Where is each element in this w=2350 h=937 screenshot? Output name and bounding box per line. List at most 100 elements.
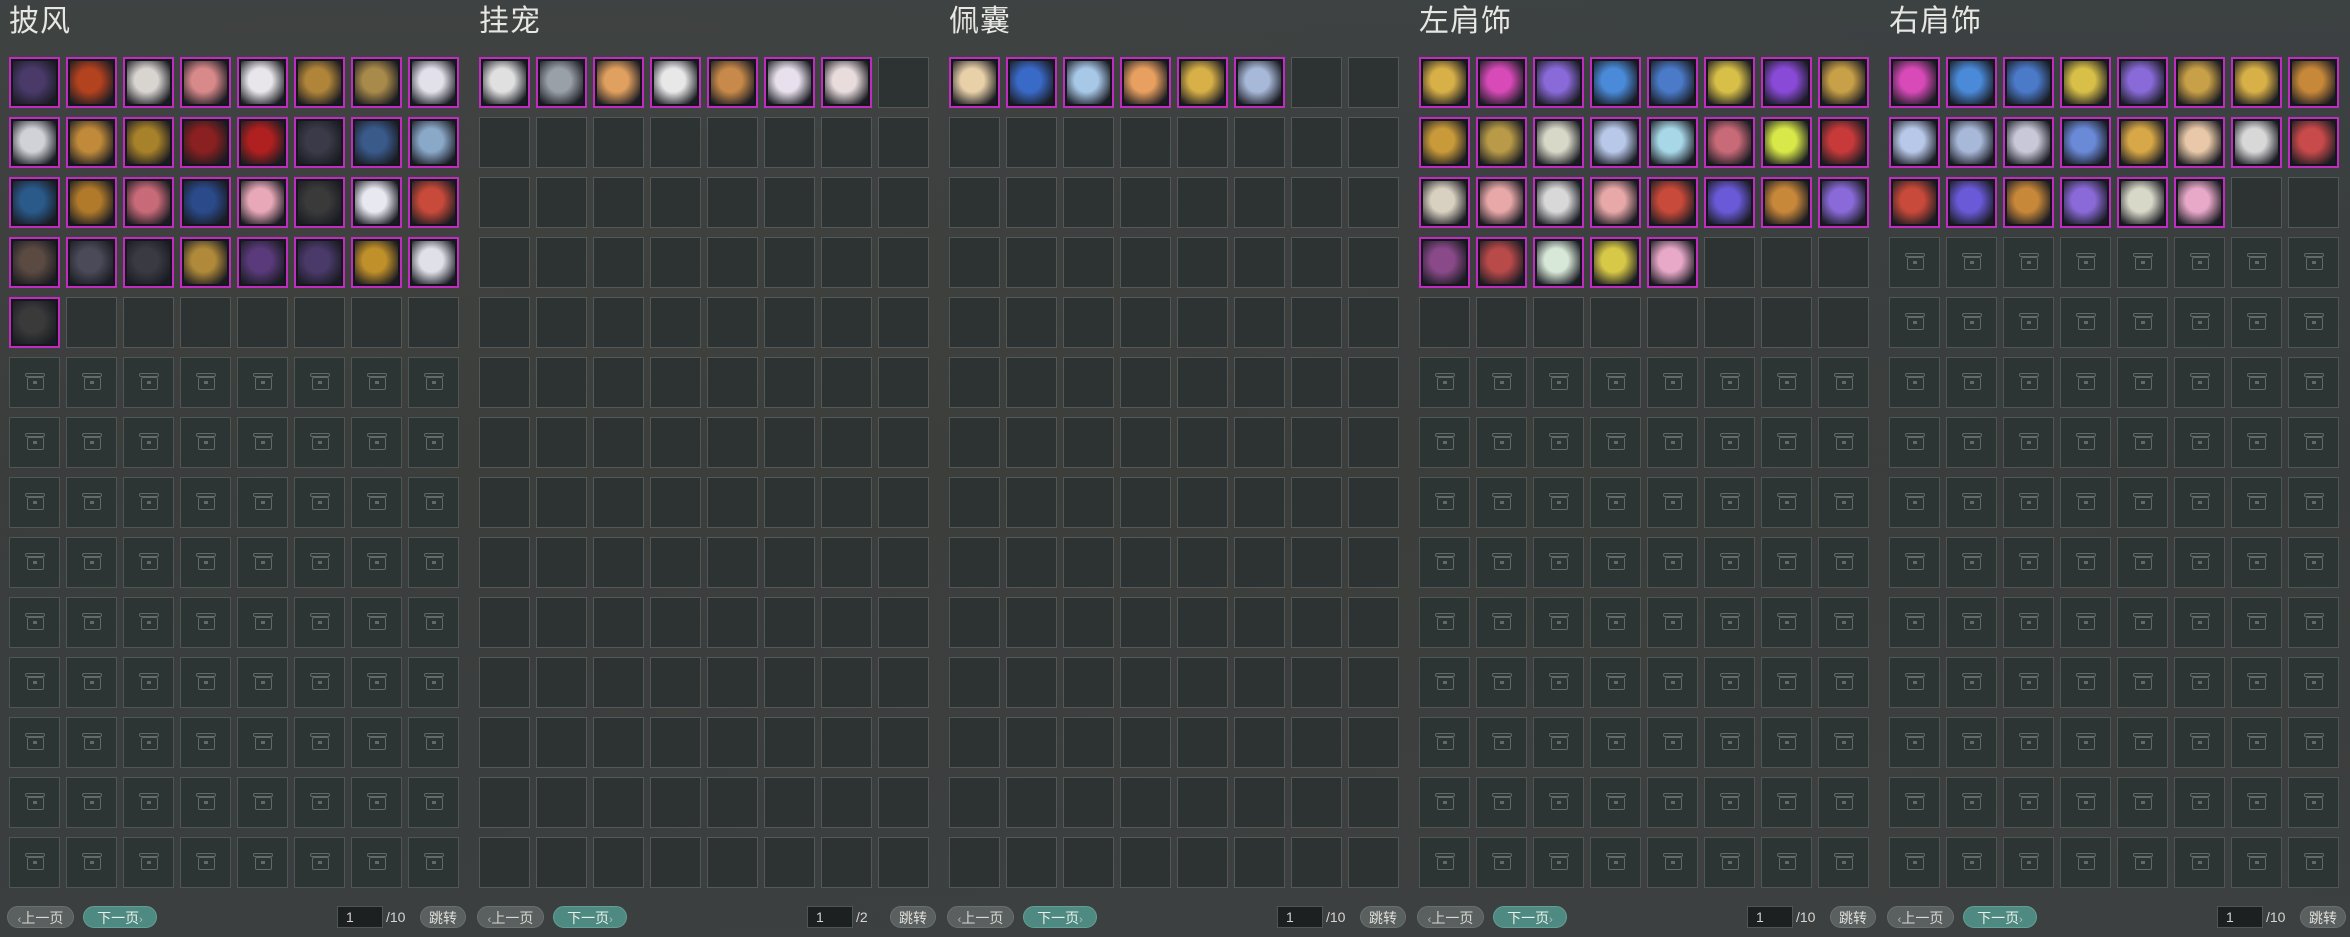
- empty-slot[interactable]: [878, 537, 929, 588]
- empty-slot[interactable]: [764, 657, 815, 708]
- empty-slot[interactable]: [1120, 597, 1171, 648]
- empty-slot[interactable]: [707, 477, 758, 528]
- locked-slot[interactable]: [9, 777, 60, 828]
- locked-slot[interactable]: [66, 837, 117, 888]
- empty-slot[interactable]: [1120, 297, 1171, 348]
- locked-slot[interactable]: [2060, 237, 2111, 288]
- locked-slot[interactable]: [1946, 837, 1997, 888]
- locked-slot[interactable]: [1419, 417, 1470, 468]
- locked-slot[interactable]: [180, 657, 231, 708]
- empty-slot[interactable]: [1348, 657, 1399, 708]
- item-slot[interactable]: [949, 57, 1000, 108]
- locked-slot[interactable]: [1590, 417, 1641, 468]
- empty-slot[interactable]: [536, 417, 587, 468]
- locked-slot[interactable]: [1889, 837, 1940, 888]
- page-number-input[interactable]: 1: [2217, 906, 2263, 928]
- locked-slot[interactable]: [1590, 657, 1641, 708]
- empty-slot[interactable]: [1348, 837, 1399, 888]
- locked-slot[interactable]: [1419, 837, 1470, 888]
- locked-slot[interactable]: [123, 417, 174, 468]
- item-slot[interactable]: [180, 117, 231, 168]
- empty-slot[interactable]: [821, 177, 872, 228]
- locked-slot[interactable]: [1889, 297, 1940, 348]
- locked-slot[interactable]: [2174, 777, 2225, 828]
- prev-page-button[interactable]: ‹上一页: [947, 906, 1014, 928]
- empty-slot[interactable]: [593, 657, 644, 708]
- next-page-button[interactable]: 下一页›: [553, 906, 627, 928]
- locked-slot[interactable]: [237, 357, 288, 408]
- locked-slot[interactable]: [2231, 417, 2282, 468]
- item-slot[interactable]: [123, 117, 174, 168]
- locked-slot[interactable]: [237, 537, 288, 588]
- locked-slot[interactable]: [2288, 597, 2339, 648]
- empty-slot[interactable]: [878, 237, 929, 288]
- locked-slot[interactable]: [66, 657, 117, 708]
- item-slot[interactable]: [237, 177, 288, 228]
- item-slot[interactable]: [1889, 57, 1940, 108]
- locked-slot[interactable]: [2117, 597, 2168, 648]
- item-slot[interactable]: [1063, 57, 1114, 108]
- locked-slot[interactable]: [2003, 837, 2054, 888]
- empty-slot[interactable]: [1177, 537, 1228, 588]
- empty-slot[interactable]: [650, 657, 701, 708]
- empty-slot[interactable]: [764, 117, 815, 168]
- next-page-button[interactable]: 下一页›: [1493, 906, 1567, 928]
- locked-slot[interactable]: [294, 777, 345, 828]
- locked-slot[interactable]: [2117, 357, 2168, 408]
- empty-slot[interactable]: [1291, 657, 1342, 708]
- locked-slot[interactable]: [1476, 537, 1527, 588]
- empty-slot[interactable]: [821, 837, 872, 888]
- empty-slot[interactable]: [1177, 237, 1228, 288]
- locked-slot[interactable]: [123, 717, 174, 768]
- locked-slot[interactable]: [1533, 477, 1584, 528]
- empty-slot[interactable]: [1063, 537, 1114, 588]
- empty-slot[interactable]: [1177, 597, 1228, 648]
- item-slot[interactable]: [123, 177, 174, 228]
- empty-slot[interactable]: [1177, 837, 1228, 888]
- locked-slot[interactable]: [408, 477, 459, 528]
- locked-slot[interactable]: [294, 417, 345, 468]
- item-slot[interactable]: [9, 117, 60, 168]
- empty-slot[interactable]: [1234, 297, 1285, 348]
- empty-slot[interactable]: [1063, 177, 1114, 228]
- item-slot[interactable]: [2003, 117, 2054, 168]
- empty-slot[interactable]: [1177, 477, 1228, 528]
- empty-slot[interactable]: [479, 717, 530, 768]
- locked-slot[interactable]: [66, 537, 117, 588]
- empty-slot[interactable]: [878, 477, 929, 528]
- empty-slot[interactable]: [878, 357, 929, 408]
- locked-slot[interactable]: [9, 837, 60, 888]
- empty-slot[interactable]: [1006, 297, 1057, 348]
- item-slot[interactable]: [1419, 237, 1470, 288]
- empty-slot[interactable]: [821, 297, 872, 348]
- locked-slot[interactable]: [2003, 477, 2054, 528]
- empty-slot[interactable]: [1006, 417, 1057, 468]
- item-slot[interactable]: [1006, 57, 1057, 108]
- locked-slot[interactable]: [2231, 297, 2282, 348]
- empty-slot[interactable]: [949, 717, 1000, 768]
- empty-slot[interactable]: [1063, 297, 1114, 348]
- empty-slot[interactable]: [1177, 657, 1228, 708]
- empty-slot[interactable]: [949, 477, 1000, 528]
- empty-slot[interactable]: [949, 357, 1000, 408]
- locked-slot[interactable]: [294, 657, 345, 708]
- locked-slot[interactable]: [408, 777, 459, 828]
- locked-slot[interactable]: [180, 597, 231, 648]
- empty-slot[interactable]: [536, 537, 587, 588]
- locked-slot[interactable]: [1476, 597, 1527, 648]
- empty-slot[interactable]: [821, 357, 872, 408]
- empty-slot[interactable]: [1291, 57, 1342, 108]
- locked-slot[interactable]: [1533, 657, 1584, 708]
- locked-slot[interactable]: [237, 597, 288, 648]
- empty-slot[interactable]: [1234, 477, 1285, 528]
- item-slot[interactable]: [294, 117, 345, 168]
- empty-slot[interactable]: [1348, 177, 1399, 228]
- empty-slot[interactable]: [1761, 237, 1812, 288]
- empty-slot[interactable]: [536, 237, 587, 288]
- locked-slot[interactable]: [408, 597, 459, 648]
- empty-slot[interactable]: [1348, 537, 1399, 588]
- item-slot[interactable]: [180, 177, 231, 228]
- locked-slot[interactable]: [2060, 537, 2111, 588]
- page-number-input[interactable]: 1: [1277, 906, 1323, 928]
- locked-slot[interactable]: [294, 717, 345, 768]
